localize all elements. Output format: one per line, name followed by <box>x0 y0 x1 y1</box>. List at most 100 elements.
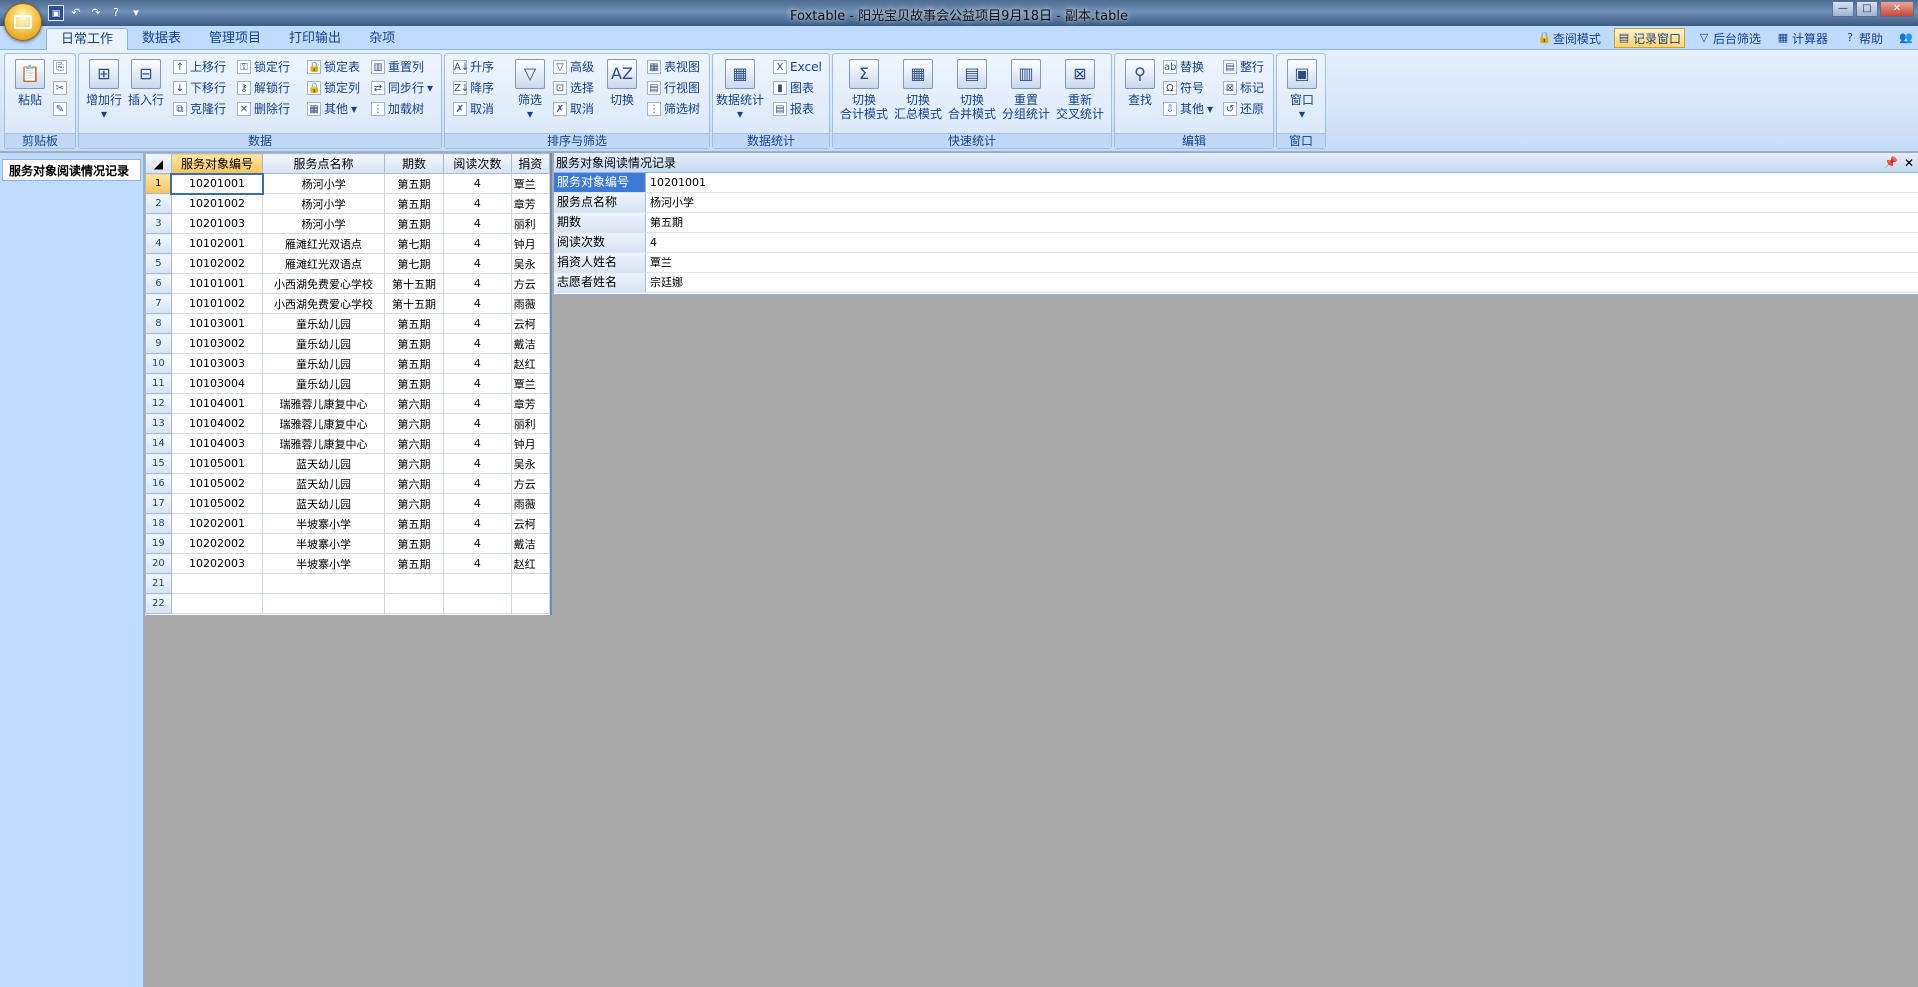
table-row[interactable]: 4 10102001 雁滩红光双语点 第七期 4 钟月 <box>145 233 550 254</box>
chart-button[interactable]: ▮ 图表 <box>773 79 814 97</box>
table-cell[interactable]: 蓝天幼儿园 <box>262 473 385 494</box>
table-row[interactable]: 21 <box>145 573 550 594</box>
table-cell[interactable]: 赵红 <box>510 553 550 574</box>
table-cell[interactable]: 云柯 <box>510 513 550 534</box>
table-cell[interactable]: 雁滩红光双语点 <box>262 233 385 254</box>
row-number[interactable]: 10 <box>145 353 172 374</box>
table-row[interactable]: 10 10103003 童乐幼儿园 第五期 4 赵红 <box>145 353 550 374</box>
clone-row-button[interactable]: ⧉ 克隆行 <box>173 100 226 118</box>
mark-button[interactable]: ⊠ 标记 <box>1223 79 1264 97</box>
table-cell[interactable]: 童乐幼儿园 <box>262 373 385 394</box>
calculator-button[interactable]: ▦ 计算器 <box>1774 28 1831 48</box>
table-cell[interactable]: 4 <box>443 273 512 294</box>
unlock-row-button[interactable]: ⚷ 解锁行 <box>237 79 290 97</box>
table-cell[interactable]: 4 <box>443 213 512 234</box>
table-cell[interactable]: 第五期 <box>383 373 445 394</box>
table-cell[interactable]: 第六期 <box>383 473 445 494</box>
table-cell[interactable]: 第五期 <box>383 313 445 334</box>
table-cell[interactable]: 10102001 <box>170 233 264 254</box>
paste-button[interactable]: 📋 粘贴 <box>7 57 53 131</box>
table-cell[interactable]: 小西湖免费爱心学校 <box>262 273 385 294</box>
switch-summary-mode-button[interactable]: ▦ 切换 汇总模式 <box>891 57 945 131</box>
row-view-button[interactable]: ▤ 行视图 <box>647 79 700 97</box>
edit-other-button[interactable]: ⇩ 其他 ▾ <box>1163 100 1213 118</box>
table-cell[interactable]: 4 <box>443 353 512 374</box>
filter-tree-button[interactable]: ⋮ 筛选树 <box>647 100 700 118</box>
table-cell[interactable]: 4 <box>443 413 512 434</box>
excel-button[interactable]: X Excel <box>773 58 822 76</box>
table-cell[interactable]: 戴洁 <box>510 533 550 554</box>
table-cell[interactable]: 10103004 <box>170 373 264 394</box>
table-cell[interactable]: 4 <box>443 513 512 534</box>
table-cell[interactable]: 方云 <box>510 473 550 494</box>
table-cell[interactable]: 4 <box>443 333 512 354</box>
table-cell[interactable]: 第六期 <box>383 393 445 414</box>
row-number[interactable]: 3 <box>145 213 172 234</box>
data-stats-button[interactable]: ▦ 数据统计 ▾ <box>715 57 765 131</box>
row-number[interactable]: 18 <box>145 513 172 534</box>
cancel-filter-button[interactable]: ✗ 取消 <box>553 100 594 118</box>
row-number[interactable]: 11 <box>145 373 172 394</box>
table-cell[interactable]: 4 <box>443 473 512 494</box>
table-row[interactable]: 11 10103004 童乐幼儿园 第五期 4 覃兰 <box>145 373 550 394</box>
find-button[interactable]: ⚲ 查找 <box>1117 57 1163 131</box>
record-field-value[interactable]: 第五期 <box>646 213 1918 232</box>
tab-manage-project[interactable]: 管理项目 <box>195 28 275 50</box>
app-menu-button[interactable] <box>4 3 42 41</box>
table-row[interactable]: 1 10201001 杨河小学 第五期 4 覃兰 <box>145 172 550 195</box>
select-filter-button[interactable]: ⊡ 选择 <box>553 79 594 97</box>
table-cell[interactable]: 10105002 <box>170 493 264 514</box>
table-cell[interactable]: 童乐幼儿园 <box>262 333 385 354</box>
symbol-button[interactable]: Ω 符号 <box>1163 79 1204 97</box>
switch-sort-button[interactable]: AZ 切换 <box>599 57 645 131</box>
table-row[interactable]: 19 10202002 半坡寨小学 第五期 4 戴洁 <box>145 533 550 554</box>
table-cell[interactable]: 10202002 <box>170 533 264 554</box>
table-cell[interactable]: 童乐幼儿园 <box>262 353 385 374</box>
switch-merge-mode-button[interactable]: ▤ 切换 合并模式 <box>945 57 999 131</box>
row-number[interactable]: 7 <box>145 293 172 314</box>
column-header-read-count[interactable]: 阅读次数 <box>443 153 512 174</box>
table-cell[interactable] <box>170 573 264 594</box>
table-cell[interactable]: 第五期 <box>383 513 445 534</box>
record-field-value[interactable]: 宗廷娜 <box>646 273 1918 292</box>
row-number[interactable]: 2 <box>145 193 172 214</box>
row-number[interactable]: 19 <box>145 533 172 554</box>
table-cell[interactable]: 4 <box>443 173 512 194</box>
table-cell[interactable]: 小西湖免费爱心学校 <box>262 293 385 314</box>
table-cell[interactable]: 10202001 <box>170 513 264 534</box>
filter-button[interactable]: ▽ 筛选 ▾ <box>507 57 553 131</box>
lock-column-button[interactable]: 🔒 锁定列 <box>307 79 360 97</box>
table-cell[interactable]: 4 <box>443 313 512 334</box>
table-cell[interactable]: 蓝天幼儿园 <box>262 493 385 514</box>
close-button[interactable]: ✕ <box>1880 1 1914 17</box>
table-cell[interactable]: 4 <box>443 293 512 314</box>
row-number[interactable]: 15 <box>145 453 172 474</box>
table-row[interactable]: 9 10103002 童乐幼儿园 第五期 4 戴洁 <box>145 333 550 354</box>
maximize-button[interactable]: □ <box>1856 1 1878 17</box>
table-cell[interactable]: 吴永 <box>510 453 550 474</box>
table-cell[interactable]: 10105001 <box>170 453 264 474</box>
table-row[interactable]: 13 10104002 瑞雅蓉儿康复中心 第六期 4 丽利 <box>145 413 550 434</box>
table-row[interactable]: 18 10202001 半坡寨小学 第五期 4 云柯 <box>145 513 550 534</box>
table-cell[interactable] <box>510 573 550 594</box>
record-field-label[interactable]: 期数 <box>554 213 646 232</box>
data-other-button[interactable]: ▦ 其他 ▾ <box>307 100 357 118</box>
table-cell[interactable]: 第五期 <box>383 553 445 574</box>
table-cell[interactable]: 4 <box>443 433 512 454</box>
table-row[interactable]: 7 10101002 小西湖免费爱心学校 第十五期 4 雨薇 <box>145 293 550 314</box>
table-row[interactable]: 15 10105001 蓝天幼儿园 第六期 4 吴永 <box>145 453 550 474</box>
table-cell[interactable]: 第六期 <box>383 493 445 514</box>
table-cell[interactable] <box>443 573 512 594</box>
table-cell[interactable]: 第五期 <box>383 353 445 374</box>
column-header-period[interactable]: 期数 <box>383 153 445 174</box>
table-cell[interactable]: 10104003 <box>170 433 264 454</box>
record-field-label[interactable]: 阅读次数 <box>554 233 646 252</box>
column-header-service-id[interactable]: 服务对象编号 <box>170 153 264 174</box>
tab-misc[interactable]: 杂项 <box>355 28 409 50</box>
table-cell[interactable] <box>443 593 512 614</box>
record-field-label[interactable]: 志愿者姓名 <box>554 273 646 292</box>
users-icon[interactable]: 👥 <box>1896 28 1914 48</box>
tab-print-output[interactable]: 打印输出 <box>275 28 355 50</box>
table-cell[interactable]: 第十五期 <box>383 293 445 314</box>
table-row[interactable]: 2 10201002 杨河小学 第五期 4 章芳 <box>145 193 550 214</box>
